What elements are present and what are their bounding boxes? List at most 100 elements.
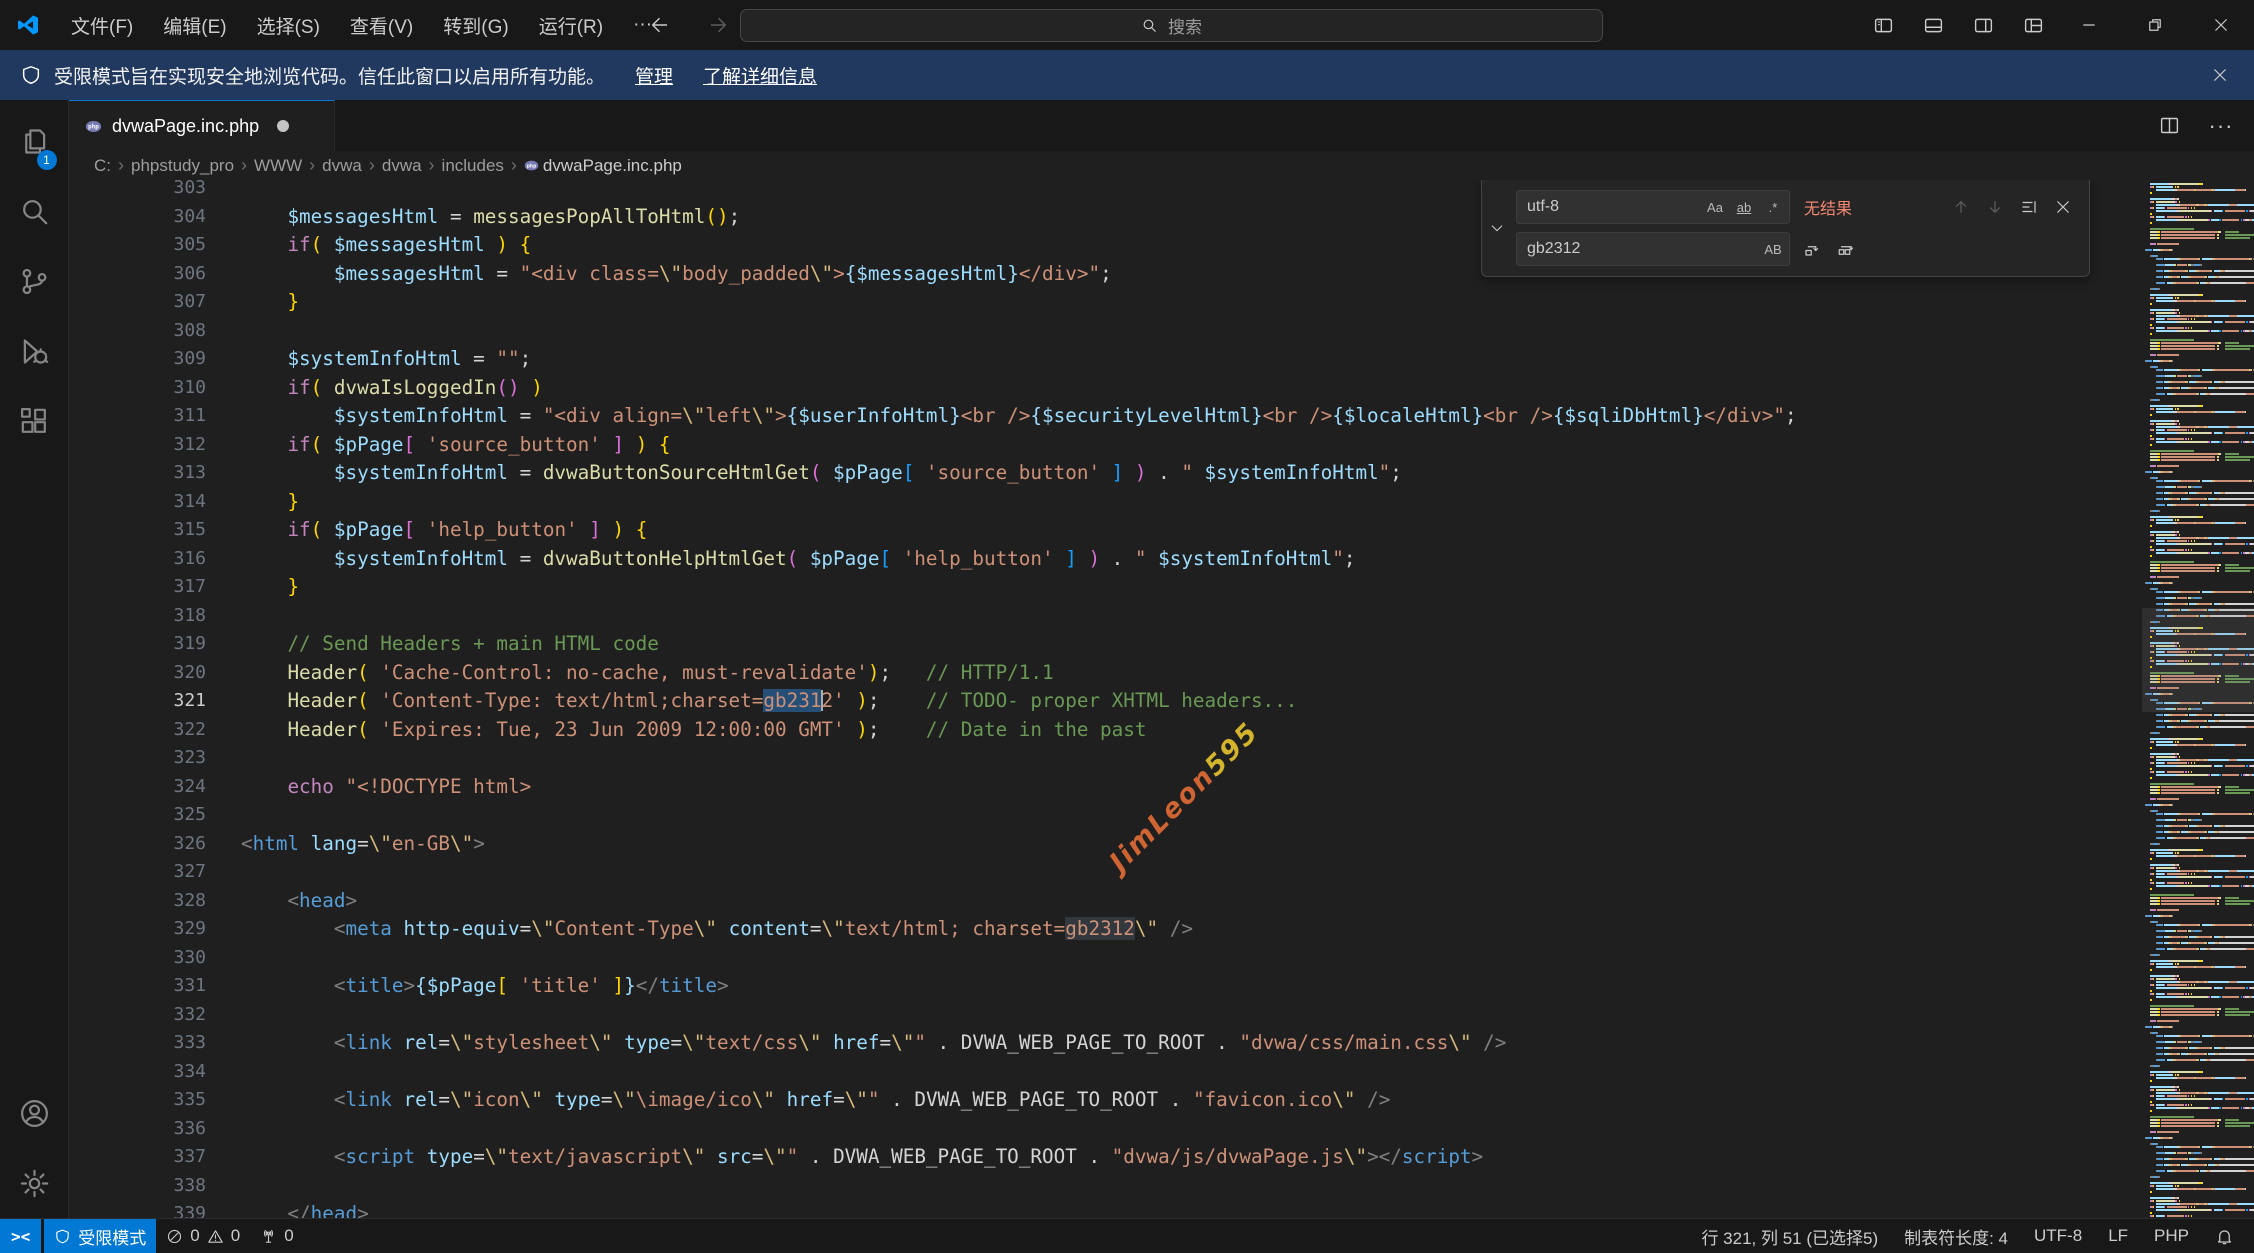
toggle-secondary-sidebar-button[interactable] <box>1962 8 2004 42</box>
code-line[interactable]: 339 </head> <box>69 1200 2142 1218</box>
toggle-replace-button[interactable] <box>1484 180 1510 276</box>
replace-button[interactable] <box>1798 235 1826 263</box>
code-line[interactable]: 337 <script type=\"text/javascript\" src… <box>69 1143 2142 1172</box>
code-line[interactable]: 311 $systemInfoHtml = "<div align=\"left… <box>69 402 2142 431</box>
replace-input[interactable] <box>1527 240 1760 258</box>
breadcrumb-item[interactable]: includes <box>442 156 504 176</box>
replace-all-button[interactable] <box>1832 235 1860 263</box>
code-line[interactable]: 320 Header( 'Cache-Control: no-cache, mu… <box>69 659 2142 688</box>
toggle-sidebar-button[interactable] <box>1862 8 1904 42</box>
menu-run[interactable]: 运行(R) <box>524 7 618 43</box>
breadcrumb-item[interactable]: WWW <box>254 156 302 176</box>
find-in-selection-button[interactable] <box>2015 193 2043 221</box>
ports-status[interactable]: 0 <box>250 1219 303 1253</box>
notifications-button[interactable] <box>2205 1227 2244 1246</box>
code-line[interactable]: 332 <box>69 1001 2142 1030</box>
banner-close-button[interactable] <box>2204 59 2236 91</box>
code-line[interactable]: 323 <box>69 744 2142 773</box>
more-actions-button[interactable]: ··· <box>2202 107 2240 145</box>
menu-goto[interactable]: 转到(G) <box>428 7 523 43</box>
minimap[interactable] <box>2142 180 2254 1218</box>
code-line[interactable]: 317 } <box>69 573 2142 602</box>
code-line[interactable]: 318 <box>69 602 2142 631</box>
toggle-panel-button[interactable] <box>1912 8 1954 42</box>
menu-edit[interactable]: 编辑(E) <box>148 7 241 43</box>
tab-dvwapage[interactable]: php dvwaPage.inc.php <box>69 100 335 151</box>
preserve-case-button[interactable]: AB <box>1760 236 1786 262</box>
breadcrumb-item[interactable]: dvwa <box>382 156 422 176</box>
code-line[interactable]: 315 if( $pPage[ 'help_button' ] ) { <box>69 516 2142 545</box>
code-line[interactable]: 319 // Send Headers + main HTML code <box>69 630 2142 659</box>
close-find-button[interactable] <box>2049 193 2077 221</box>
code-line[interactable]: 307 } <box>69 288 2142 317</box>
breadcrumb-item[interactable]: phpstudy_pro <box>131 156 234 176</box>
code-line[interactable]: 322 Header( 'Expires: Tue, 23 Jun 2009 1… <box>69 716 2142 745</box>
eol-status[interactable]: LF <box>2098 1226 2138 1246</box>
indentation-status[interactable]: 制表符长度: 4 <box>1894 1224 2018 1249</box>
match-case-button[interactable]: Aa <box>1702 194 1728 220</box>
minimize-button[interactable] <box>2056 0 2122 50</box>
encoding-status[interactable]: UTF-8 <box>2024 1226 2092 1246</box>
code-line[interactable]: 333 <link rel=\"stylesheet\" type=\"text… <box>69 1029 2142 1058</box>
find-input[interactable] <box>1527 198 1702 216</box>
code-line[interactable]: 325 <box>69 801 2142 830</box>
code-line[interactable]: 321 Header( 'Content-Type: text/html;cha… <box>69 687 2142 716</box>
minimap-slider[interactable] <box>2142 608 2254 712</box>
extensions-view-button[interactable] <box>0 386 69 456</box>
code-line[interactable]: 335 <link rel=\"icon\" type=\"\image/ico… <box>69 1086 2142 1115</box>
go-forward-button[interactable] <box>698 8 738 42</box>
replace-all-icon <box>1837 240 1855 258</box>
code-line[interactable]: 329 <meta http-equiv=\"Content-Type\" co… <box>69 915 2142 944</box>
breadcrumb-item[interactable]: dvwa <box>322 156 362 176</box>
breadcrumb-item-file[interactable]: dvwaPage.inc.php <box>543 156 682 176</box>
customize-layout-button[interactable] <box>2012 8 2054 42</box>
menu-selection[interactable]: 选择(S) <box>242 7 335 43</box>
code-line[interactable]: 313 $systemInfoHtml = dvwaButtonSourceHt… <box>69 459 2142 488</box>
command-center-search[interactable]: 搜索 <box>740 9 1603 42</box>
code-line[interactable]: 331 <title>{$pPage[ 'title' ]}</title> <box>69 972 2142 1001</box>
modified-dot-icon[interactable] <box>277 120 289 132</box>
previous-match-button[interactable] <box>1947 193 1975 221</box>
code-line[interactable]: 330 <box>69 944 2142 973</box>
code-line[interactable]: 328 <head> <box>69 887 2142 916</box>
go-back-button[interactable] <box>640 8 680 42</box>
remote-indicator-button[interactable]: >< <box>0 1219 41 1253</box>
restore-button[interactable] <box>2122 0 2188 50</box>
search-view-button[interactable] <box>0 176 69 246</box>
code-line[interactable]: 309 $systemInfoHtml = ""; <box>69 345 2142 374</box>
cursor-position-status[interactable]: 行 321, 列 51 (已选择5) <box>1691 1224 1888 1249</box>
run-debug-view-button[interactable] <box>0 316 69 386</box>
regex-button[interactable]: .* <box>1760 194 1786 220</box>
code-line[interactable]: 310 if( dvwaIsLoggedIn() ) <box>69 374 2142 403</box>
code-line[interactable]: 338 <box>69 1172 2142 1201</box>
banner-learn-more-link[interactable]: 了解详细信息 <box>703 62 817 89</box>
code-line[interactable]: 316 $systemInfoHtml = dvwaButtonHelpHtml… <box>69 545 2142 574</box>
menu-view[interactable]: 查看(V) <box>335 7 428 43</box>
restricted-mode-status[interactable]: 受限模式 <box>44 1219 156 1253</box>
source-control-view-button[interactable] <box>0 246 69 316</box>
language-mode-status[interactable]: PHP <box>2144 1226 2199 1246</box>
code-editor[interactable]: 303304 $messagesHtml = messagesPopAllToH… <box>69 180 2254 1218</box>
code-line[interactable]: 334 <box>69 1058 2142 1087</box>
code-line[interactable]: 327 <box>69 858 2142 887</box>
code-line[interactable]: 312 if( $pPage[ 'source_button' ] ) { <box>69 431 2142 460</box>
code-line[interactable]: 326<html lang=\"en-GB\"> <box>69 830 2142 859</box>
problems-status[interactable]: 0 0 <box>156 1219 250 1253</box>
explorer-view-button[interactable]: 1 <box>0 106 69 176</box>
close-window-button[interactable] <box>2188 0 2254 50</box>
code-line[interactable]: 314 } <box>69 488 2142 517</box>
account-button[interactable] <box>0 1078 69 1148</box>
banner-manage-link[interactable]: 管理 <box>635 62 673 89</box>
code-line[interactable]: 308 <box>69 317 2142 346</box>
split-editor-button[interactable] <box>2150 107 2188 145</box>
settings-gear-button[interactable] <box>0 1148 69 1218</box>
breadcrumb-item[interactable]: C: <box>94 156 111 176</box>
radio-tower-icon <box>260 1228 277 1245</box>
code-line[interactable]: 324 echo "<!DOCTYPE html> <box>69 773 2142 802</box>
menu-file[interactable]: 文件(F) <box>56 7 148 43</box>
code-line[interactable]: 336 <box>69 1115 2142 1144</box>
line-number: 325 <box>69 801 206 830</box>
gear-icon <box>18 1167 51 1200</box>
next-match-button[interactable] <box>1981 193 2009 221</box>
whole-word-button[interactable]: ab <box>1731 194 1757 220</box>
